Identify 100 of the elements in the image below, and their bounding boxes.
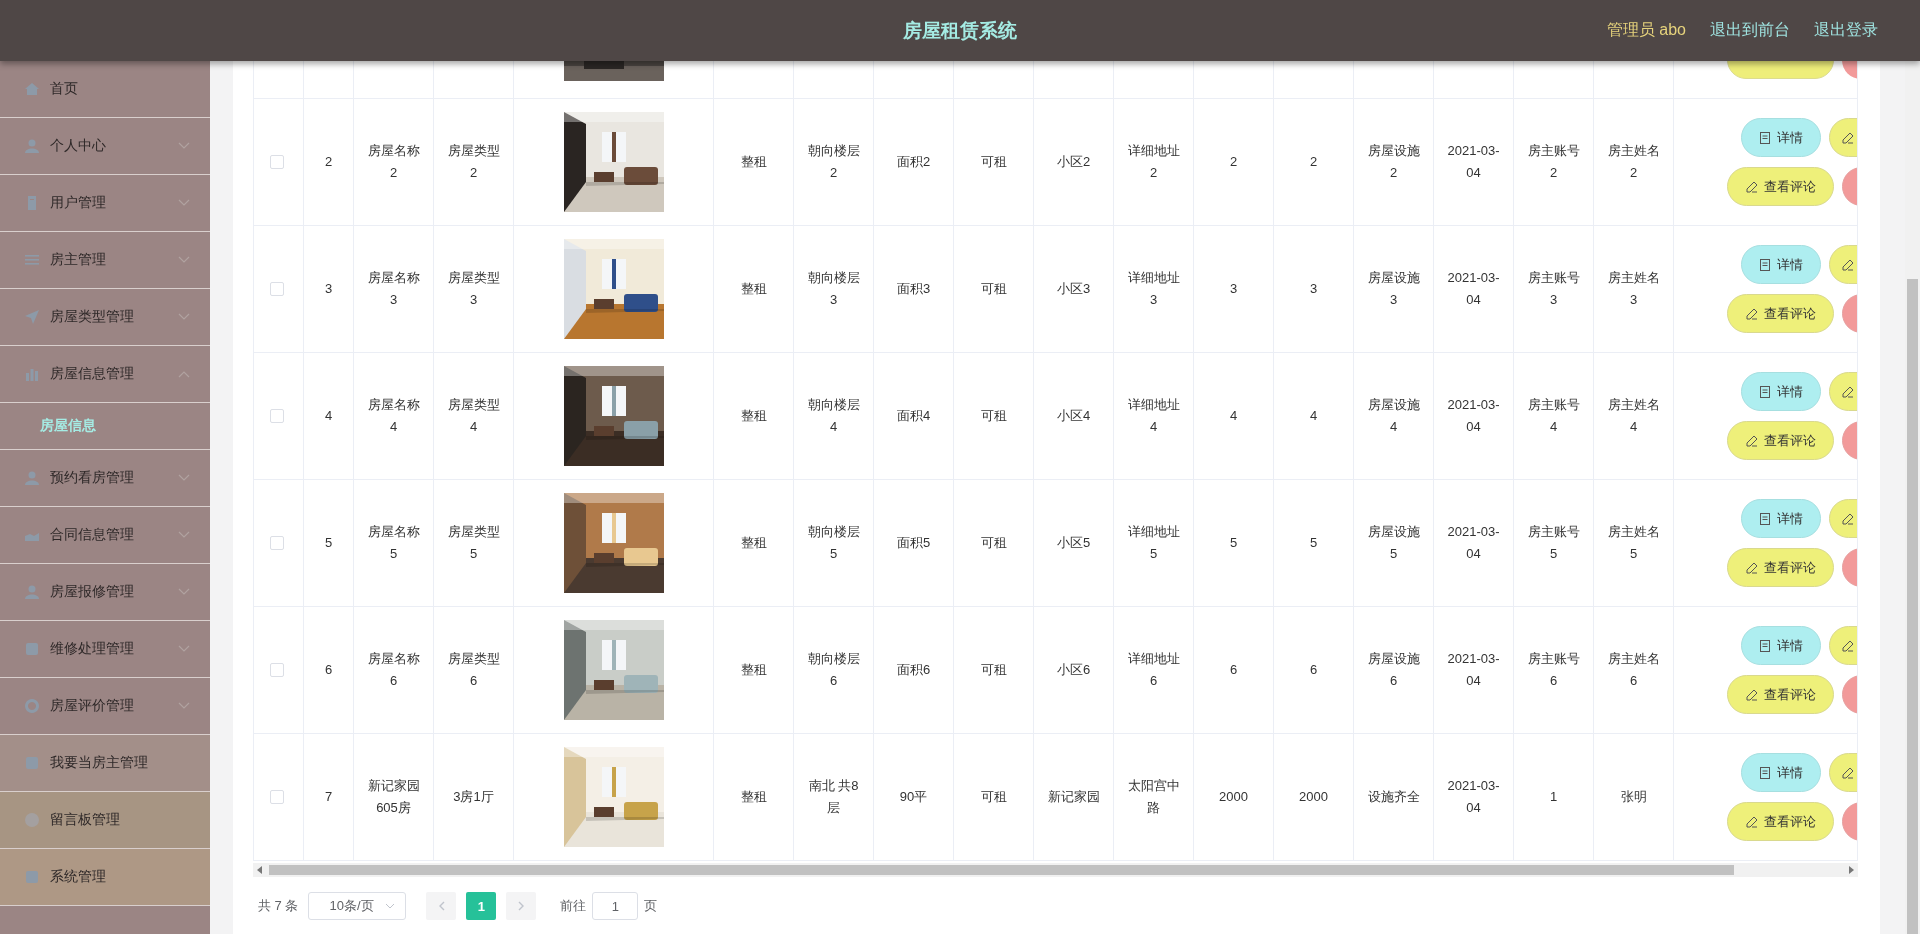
table-cell-text: 4 bbox=[1229, 407, 1238, 425]
table-cell-text: 整租 bbox=[740, 407, 767, 425]
table-cell-text: 可租 bbox=[980, 153, 1007, 171]
page-size-select[interactable]: 10条/页 bbox=[308, 892, 407, 920]
review-button[interactable]: 查看评论 bbox=[1727, 675, 1834, 714]
home-icon bbox=[24, 81, 40, 97]
row-checkbox[interactable] bbox=[270, 282, 284, 296]
pencil-icon bbox=[1745, 307, 1758, 320]
gauge-icon bbox=[24, 698, 40, 714]
table-cell-text: 整租 bbox=[740, 788, 767, 806]
chevron-down-icon bbox=[385, 903, 396, 909]
table-cell-text: 7 bbox=[324, 788, 333, 806]
header-link[interactable]: 退出登录 bbox=[1814, 20, 1878, 41]
person-icon bbox=[24, 584, 40, 600]
table-cell-text: 房屋名称5 bbox=[366, 523, 421, 563]
table-cell-text: 新记家园 bbox=[1047, 788, 1100, 806]
pencil-icon bbox=[1842, 385, 1854, 398]
table-cell-text: 可租 bbox=[980, 407, 1007, 425]
table-cell-text: 房屋设施4 bbox=[1366, 396, 1421, 436]
table-cell-text: 可租 bbox=[980, 788, 1007, 806]
page-unit: 页 bbox=[644, 897, 658, 915]
table-cell-text: 2 bbox=[324, 153, 333, 171]
table-cell-text: 2 bbox=[1229, 153, 1238, 171]
header-link[interactable]: 退出到前台 bbox=[1710, 20, 1790, 41]
detail-button[interactable]: 详情 bbox=[1741, 118, 1821, 157]
circle-icon bbox=[24, 812, 40, 828]
table-cell-text: 设施齐全 bbox=[1367, 788, 1420, 806]
review-button[interactable]: 查看评论 bbox=[1727, 548, 1834, 587]
table-cell-text: 房屋类型6 bbox=[446, 650, 501, 690]
table-cell-text: 可租 bbox=[980, 661, 1007, 679]
table-cell-text: 2021-03-04 bbox=[1446, 777, 1501, 817]
table-cell-text: 2000 bbox=[1219, 788, 1248, 806]
next-page-button[interactable] bbox=[506, 892, 537, 920]
previous-page-button[interactable] bbox=[426, 892, 457, 920]
table-cell-text: 4 bbox=[324, 407, 333, 425]
square-icon bbox=[24, 869, 40, 885]
pencil-icon bbox=[1745, 434, 1758, 447]
table-cell-text: 2021-03-04 bbox=[1446, 523, 1501, 563]
table-cell-text: 可租 bbox=[980, 280, 1007, 298]
detail-button[interactable]: 详情 bbox=[1741, 753, 1821, 792]
table-cell-text: 房主账号4 bbox=[1526, 396, 1581, 436]
table-cell-text: 面积3 bbox=[896, 280, 931, 298]
table-cell-text: 面积2 bbox=[896, 153, 931, 171]
table-cell-text: 面积5 bbox=[896, 534, 931, 552]
row-checkbox[interactable] bbox=[270, 663, 284, 677]
sidebar-item[interactable]: 留言板管理 bbox=[0, 792, 210, 849]
table-cell-text: 面积6 bbox=[896, 661, 931, 679]
detail-button[interactable]: 详情 bbox=[1741, 626, 1821, 665]
table-cell-text: 整租 bbox=[740, 661, 767, 679]
person-icon bbox=[24, 138, 40, 154]
document-icon bbox=[1759, 258, 1771, 271]
detail-button[interactable]: 详情 bbox=[1741, 372, 1821, 411]
table-cell-text: 朝向楼层6 bbox=[806, 650, 861, 690]
table-cell-text: 房主账号5 bbox=[1526, 523, 1581, 563]
sidebar-item[interactable]: 系统管理 bbox=[0, 849, 210, 906]
table-cell-text: 房主账号3 bbox=[1526, 269, 1581, 309]
pencil-icon bbox=[1842, 512, 1854, 525]
table-cell-text: 小区5 bbox=[1056, 534, 1091, 552]
review-button[interactable]: 查看评论 bbox=[1727, 421, 1834, 460]
table-cell-text: 房主姓名6 bbox=[1606, 650, 1661, 690]
table-cell-text: 太阳宫中路 bbox=[1126, 777, 1181, 817]
table-cell-text: 1 bbox=[1549, 788, 1558, 806]
left-arrow-icon[interactable] bbox=[257, 866, 263, 874]
row-checkbox[interactable] bbox=[270, 155, 284, 169]
table-cell-text: 3 bbox=[1229, 280, 1238, 298]
row-checkbox[interactable] bbox=[270, 790, 284, 804]
pencil-icon bbox=[1842, 639, 1854, 652]
row-checkbox[interactable] bbox=[270, 409, 284, 423]
review-button[interactable]: 查看评论 bbox=[1727, 167, 1834, 206]
detail-button[interactable]: 详情 bbox=[1741, 499, 1821, 538]
table-cell-text: 3 bbox=[1309, 280, 1318, 298]
document-icon bbox=[1759, 385, 1771, 398]
table-cell-text: 2021-03-04 bbox=[1446, 142, 1501, 182]
table-cell-text: 房主账号6 bbox=[1526, 650, 1581, 690]
table-cell-text: 90平 bbox=[899, 788, 928, 806]
table-cell-text: 2021-03-04 bbox=[1446, 650, 1501, 690]
right-arrow-icon[interactable] bbox=[1848, 866, 1854, 874]
person-icon bbox=[24, 470, 40, 486]
horizontal-scrollbar[interactable] bbox=[253, 863, 1858, 877]
pencil-icon bbox=[1745, 688, 1758, 701]
chevron-left-icon bbox=[437, 901, 445, 911]
square-icon bbox=[24, 755, 40, 771]
row-checkbox[interactable] bbox=[270, 536, 284, 550]
table-cell-text: 详细地址4 bbox=[1126, 396, 1181, 436]
table-cell-text: 6 bbox=[324, 661, 333, 679]
detail-button[interactable]: 详情 bbox=[1741, 245, 1821, 284]
table-cell-text: 整租 bbox=[740, 153, 767, 171]
table-cell-text: 整租 bbox=[740, 534, 767, 552]
sidebar-item[interactable]: 我要当房主管理 bbox=[0, 735, 210, 792]
table-cell-text: 2000 bbox=[1299, 788, 1328, 806]
review-button[interactable]: 查看评论 bbox=[1727, 294, 1834, 333]
review-button[interactable]: 查看评论 bbox=[1727, 802, 1834, 841]
vertical-scrollbar[interactable] bbox=[1905, 61, 1920, 934]
table-cell-text: 朝向楼层5 bbox=[806, 523, 861, 563]
table-cell-text: 新记家园605房 bbox=[366, 777, 421, 817]
table-cell-text: 房屋名称6 bbox=[366, 650, 421, 690]
page-input[interactable]: 1 bbox=[592, 892, 639, 920]
table-cell-text: 房主姓名3 bbox=[1606, 269, 1661, 309]
table-cell-text: 小区3 bbox=[1056, 280, 1091, 298]
table-cell-text: 房屋设施2 bbox=[1366, 142, 1421, 182]
